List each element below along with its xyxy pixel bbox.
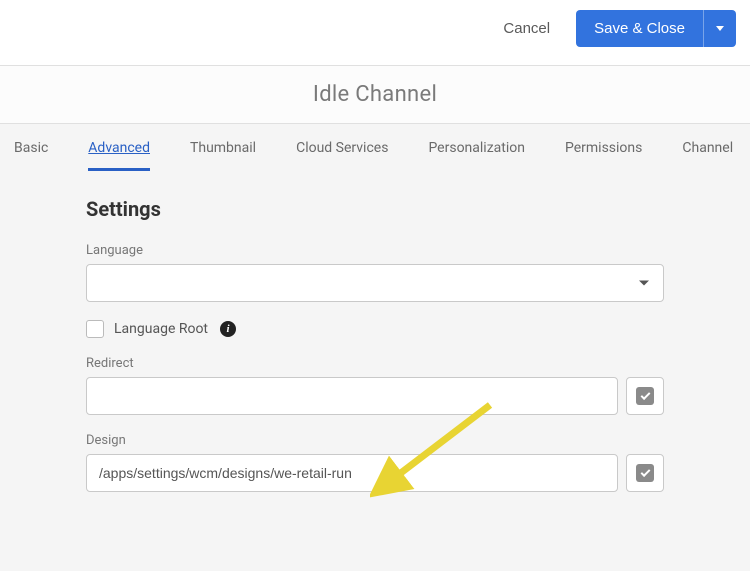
- design-field: Design: [86, 433, 664, 492]
- language-root-checkbox[interactable]: [86, 320, 104, 338]
- save-options-dropdown-button[interactable]: [703, 10, 736, 47]
- redirect-input[interactable]: [99, 388, 605, 404]
- redirect-input-wrap: [86, 377, 618, 415]
- design-toggle-button[interactable]: [626, 454, 664, 492]
- settings-heading: Settings: [86, 197, 664, 221]
- tab-channel[interactable]: Channel: [682, 140, 733, 171]
- language-root-row: Language Root i: [86, 320, 664, 338]
- tab-personalization[interactable]: Personalization: [428, 140, 525, 171]
- chevron-down-icon: [639, 281, 649, 286]
- tab-permissions[interactable]: Permissions: [565, 140, 642, 171]
- redirect-field: Redirect: [86, 356, 664, 415]
- cancel-button[interactable]: Cancel: [491, 12, 562, 45]
- design-label: Design: [86, 433, 664, 448]
- settings-panel: Settings Language Language Root i Redire…: [0, 171, 750, 571]
- design-input[interactable]: [99, 465, 605, 481]
- tab-cloud-services[interactable]: Cloud Services: [296, 140, 388, 171]
- title-bar: Idle Channel: [0, 65, 750, 124]
- tab-advanced[interactable]: Advanced: [88, 140, 150, 171]
- check-icon: [636, 387, 654, 405]
- page-title: Idle Channel: [0, 82, 750, 107]
- tab-thumbnail[interactable]: Thumbnail: [190, 140, 256, 171]
- save-and-close-button[interactable]: Save & Close: [576, 10, 703, 47]
- redirect-toggle-button[interactable]: [626, 377, 664, 415]
- redirect-label: Redirect: [86, 356, 664, 371]
- language-root-label: Language Root: [114, 321, 208, 337]
- action-bar: Cancel Save & Close: [0, 0, 750, 65]
- info-icon[interactable]: i: [220, 321, 236, 337]
- save-button-group: Save & Close: [576, 10, 736, 47]
- tab-list: Basic Advanced Thumbnail Cloud Services …: [0, 124, 750, 171]
- language-label: Language: [86, 243, 664, 258]
- check-icon: [636, 464, 654, 482]
- design-input-wrap: [86, 454, 618, 492]
- tab-basic[interactable]: Basic: [14, 140, 48, 171]
- language-select[interactable]: [86, 264, 664, 302]
- chevron-down-icon: [716, 26, 724, 31]
- language-field: Language: [86, 243, 664, 302]
